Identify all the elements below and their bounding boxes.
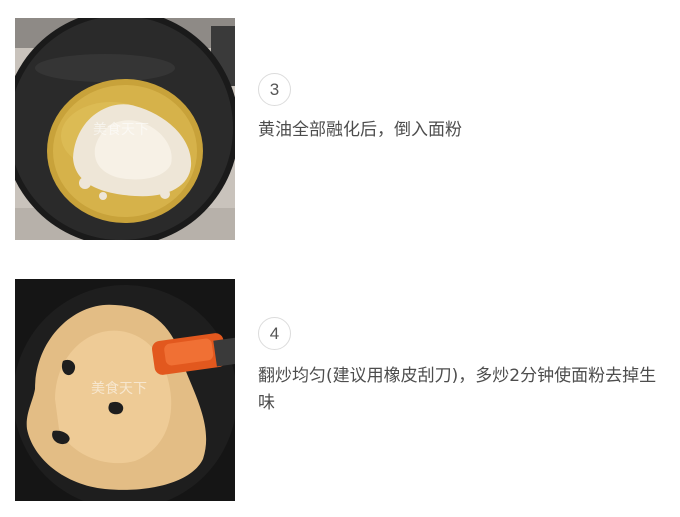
step-number-badge: 4 — [258, 317, 291, 350]
pan-with-roux-and-spatula-image: 美食天下 — [15, 279, 235, 501]
recipe-step-4: 美食天下 4 翻炒均匀(建议用橡皮刮刀)，多炒2分钟使面粉去掉生味 — [0, 279, 680, 501]
watermark-text: 美食天下 — [91, 380, 147, 397]
recipe-step-3: 美食天下 3 黄油全部融化后，倒入面粉 — [0, 18, 680, 240]
step-4-photo: 美食天下 — [15, 279, 235, 501]
watermark-text: 美食天下 — [93, 121, 149, 138]
step-description: 翻炒均匀(建议用橡皮刮刀)，多炒2分钟使面粉去掉生味 — [258, 366, 657, 413]
step-description: 黄油全部融化后，倒入面粉 — [258, 120, 462, 140]
step-number-badge: 3 — [258, 73, 291, 106]
pot-with-butter-and-flour-image: 美食天下 — [15, 18, 235, 240]
step-3-photo: 美食天下 — [15, 18, 235, 240]
